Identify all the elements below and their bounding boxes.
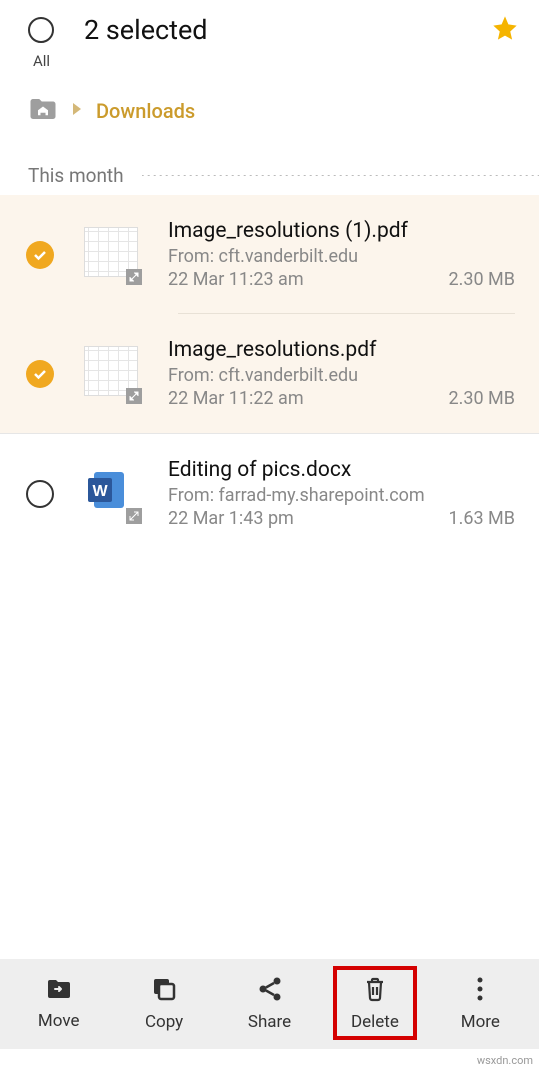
file-thumbnail (84, 346, 140, 402)
copy-label: Copy (145, 1012, 183, 1032)
section-header-label: This month (28, 164, 124, 187)
file-row[interactable]: W Editing of pics.docx From: farrad-my.s… (0, 434, 539, 553)
thumbnail-badge-icon (126, 508, 142, 524)
file-list: Image_resolutions (1).pdf From: cft.vand… (0, 195, 539, 553)
share-button[interactable]: Share (217, 966, 322, 1042)
file-source: From: cft.vanderbilt.edu (168, 365, 515, 386)
star-icon[interactable] (491, 14, 519, 46)
file-name: Image_resolutions (1).pdf (168, 219, 515, 243)
file-size: 1.63 MB (449, 508, 516, 529)
delete-button[interactable]: Delete (322, 962, 427, 1046)
select-all-label: All (33, 52, 539, 70)
thumbnail-badge-icon (126, 269, 142, 285)
file-date: 22 Mar 11:23 am (168, 269, 304, 290)
breadcrumb: Downloads (0, 70, 539, 134)
file-row[interactable]: Image_resolutions.pdf From: cft.vanderbi… (0, 314, 539, 433)
section-divider (142, 175, 539, 176)
file-date: 22 Mar 11:22 am (168, 388, 304, 409)
breadcrumb-separator-icon (72, 103, 82, 119)
file-size: 2.30 MB (449, 388, 516, 409)
trash-icon (363, 976, 387, 1006)
watermark: wsxdn.com (477, 1054, 533, 1067)
more-label: More (461, 1012, 500, 1032)
select-all-checkbox[interactable] (28, 17, 54, 43)
move-icon (45, 977, 73, 1005)
delete-label: Delete (351, 1012, 399, 1032)
file-date: 22 Mar 1:43 pm (168, 508, 294, 529)
copy-icon (151, 976, 177, 1006)
thumbnail-badge-icon (126, 388, 142, 404)
copy-button[interactable]: Copy (111, 966, 216, 1042)
file-checkbox[interactable] (26, 480, 54, 508)
selection-count-title: 2 selected (84, 14, 491, 46)
more-icon (476, 976, 484, 1006)
file-checkbox[interactable] (26, 360, 54, 388)
more-button[interactable]: More (428, 966, 533, 1042)
file-row[interactable]: Image_resolutions (1).pdf From: cft.vand… (0, 195, 539, 314)
file-checkbox[interactable] (26, 241, 54, 269)
move-button[interactable]: Move (6, 967, 111, 1041)
file-source: From: cft.vanderbilt.edu (168, 246, 515, 267)
file-source: From: farrad-my.sharepoint.com (168, 485, 515, 506)
file-thumbnail (84, 227, 140, 283)
svg-text:W: W (92, 483, 108, 500)
file-name: Image_resolutions.pdf (168, 338, 515, 362)
move-label: Move (38, 1011, 80, 1031)
file-thumbnail: W (84, 466, 140, 522)
file-name: Editing of pics.docx (168, 458, 515, 482)
share-icon (257, 976, 283, 1006)
bottom-action-bar: Move Copy Share Delete More (0, 959, 539, 1049)
share-label: Share (248, 1012, 291, 1032)
file-size: 2.30 MB (449, 269, 516, 290)
home-folder-icon[interactable] (28, 96, 58, 126)
breadcrumb-current[interactable]: Downloads (96, 99, 195, 123)
